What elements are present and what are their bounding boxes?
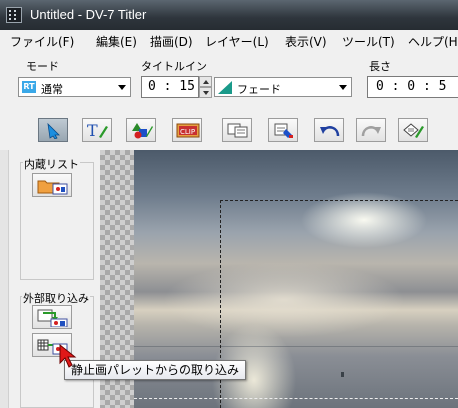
fade-icon [218,81,232,94]
transition-select[interactable]: フェード [214,77,352,97]
mode-value: 通常 [41,83,63,96]
copy-button[interactable] [222,118,252,142]
length-time-field[interactable]: 0 : 0 : 5 [367,76,458,98]
spin-down-icon[interactable] [199,87,212,98]
title-safe-frame [220,200,458,408]
mode-label: モード [26,60,59,73]
undo-button[interactable] [314,118,344,142]
action-safe-frame [134,398,458,399]
edit-property-button[interactable] [398,118,428,142]
import-file-icon [37,309,68,327]
chevron-down-icon [118,85,126,90]
transition-value: フェード [237,83,281,96]
copy-icon [227,123,248,138]
paste-button[interactable] [268,118,298,142]
menu-draw[interactable]: 描画(D) [150,33,193,50]
title-in-time-value: 0 : 15 [148,79,195,94]
window-title: Untitled - DV-7 Titler [30,7,147,22]
import-file-button[interactable] [32,305,72,329]
builtin-list-label: 内蔵リスト [23,156,80,172]
clip-tool-button[interactable]: CLIP [172,118,202,142]
realtime-mode-icon: RT [22,81,36,93]
chevron-down-icon [339,85,347,90]
menu-help[interactable]: ヘルプ(H) [408,33,458,50]
shape-tool-icon [132,123,153,139]
clip-tool-icon: CLIP [176,123,200,138]
menu-edit[interactable]: 編集(E) [96,33,137,50]
svg-text:T: T [87,121,98,139]
text-tool-button[interactable]: T [82,118,112,142]
external-import-label: 外部取り込み [22,290,90,306]
redo-button[interactable] [356,118,386,142]
spin-up-icon[interactable] [199,76,212,87]
mode-select[interactable]: RT 通常 [18,77,131,97]
mouse-cursor-icon [59,343,77,368]
folder-image-icon [37,180,68,195]
redo-icon [361,126,381,137]
select-arrow-icon [47,122,60,139]
tooltip: 静止画パレットからの取り込み [64,360,247,380]
title-in-label: タイトルイン [141,60,207,73]
menu-tools[interactable]: ツール(T) [342,33,395,50]
title-in-time-field[interactable]: 0 : 15 [141,76,199,98]
text-tool-icon: T [87,121,108,139]
length-time-value: 0 : 0 : 5 [376,79,447,94]
svg-text:CLIP: CLIP [180,128,195,136]
film-strip-icon[interactable] [6,7,22,23]
length-label: 長さ [369,60,391,73]
select-tool-button[interactable] [38,118,68,142]
menu-view[interactable]: 表示(V) [285,33,327,50]
title-bar: Untitled - DV-7 Titler [0,0,458,30]
title-in-spinner[interactable] [199,76,212,98]
menu-bar: ファイル(F) 編集(E) 描画(D) レイヤー(L) 表示(V) ツール(T)… [0,30,458,53]
edit-property-icon [403,123,424,138]
paste-icon [274,123,293,138]
window-border [0,150,9,408]
undo-icon [320,126,340,137]
menu-file[interactable]: ファイル(F) [10,33,74,50]
builtin-list-button[interactable] [32,173,72,197]
shape-tool-button[interactable] [126,118,156,142]
menu-layer[interactable]: レイヤー(L) [205,33,269,50]
